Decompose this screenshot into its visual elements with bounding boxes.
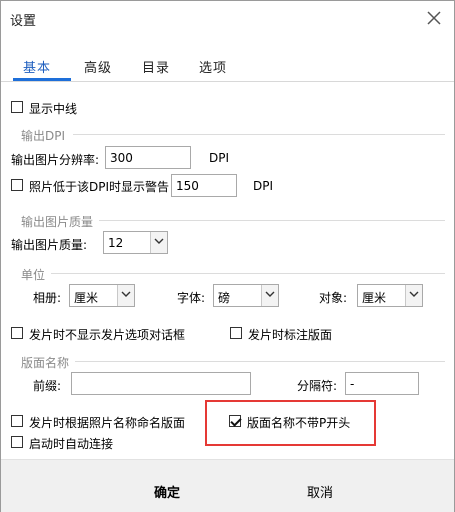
unit-divider: [51, 273, 445, 274]
resolution-label: 输出图片分辨率:: [11, 153, 100, 167]
object-unit-dropdown-button[interactable]: [405, 285, 422, 306]
output-dpi-divider: [73, 134, 445, 135]
quality-select[interactable]: 12: [103, 231, 168, 254]
no-dialog-checkbox[interactable]: [11, 327, 23, 339]
font-unit-label: 字体:: [177, 291, 206, 305]
album-unit-select[interactable]: 厘米: [69, 284, 135, 307]
mark-layout-label: 发片时标注版面: [248, 328, 333, 342]
object-unit-value: 厘米: [362, 291, 387, 305]
font-unit-value: 磅: [218, 291, 231, 305]
font-unit-select[interactable]: 磅: [213, 284, 279, 307]
cancel-button[interactable]: 取消: [307, 482, 333, 501]
dialog-footer: [1, 459, 454, 512]
dpi-warning-label: 照片低于该DPI时显示警告: [29, 180, 170, 194]
tab-directory[interactable]: 目录: [142, 57, 170, 76]
auto-connect-checkbox[interactable]: [11, 436, 23, 448]
no-dialog-label: 发片时不显示发片选项对话框: [29, 328, 186, 342]
tab-options[interactable]: 选项: [199, 57, 227, 76]
object-unit-label: 对象:: [319, 291, 348, 305]
auto-connect-label: 启动时自动连接: [29, 437, 114, 451]
separator-label: 分隔符:: [297, 379, 338, 393]
name-by-photo-checkbox[interactable]: [11, 415, 23, 427]
quality-select-value: 12: [108, 236, 124, 250]
resolution-unit: DPI: [209, 151, 230, 165]
chevron-down-icon: [121, 291, 131, 297]
show-center-line-label: 显示中线: [29, 102, 78, 116]
tab-basic[interactable]: 基本: [23, 57, 51, 76]
dpi-warning-checkbox[interactable]: [11, 179, 23, 191]
output-quality-group-label: 输出图片质量: [21, 215, 94, 229]
font-unit-dropdown-button[interactable]: [261, 285, 278, 306]
dpi-warning-input[interactable]: [171, 174, 237, 197]
prefix-input[interactable]: [71, 372, 251, 395]
output-quality-divider: [99, 220, 445, 221]
layout-name-divider: [75, 361, 445, 362]
no-p-prefix-checkbox[interactable]: [229, 415, 241, 427]
tab-divider: [1, 81, 454, 82]
object-unit-select[interactable]: 厘米: [357, 284, 423, 307]
ok-button[interactable]: 确定: [154, 482, 180, 501]
name-by-photo-label: 发片时根据照片名称命名版面: [29, 416, 186, 430]
chevron-down-icon: [154, 238, 164, 244]
album-unit-value: 厘米: [74, 291, 99, 305]
chevron-down-icon: [409, 291, 419, 297]
output-dpi-group-label: 输出DPI: [21, 129, 66, 143]
show-center-line-checkbox[interactable]: [11, 101, 23, 113]
settings-dialog: 设置 基本 高级 目录 选项 显示中线 输出DPI 输出图片分辨率: DPI 照…: [0, 0, 455, 512]
dpi-warning-unit: DPI: [253, 179, 274, 193]
tab-advanced[interactable]: 高级: [84, 57, 112, 76]
album-unit-dropdown-button[interactable]: [117, 285, 134, 306]
resolution-input[interactable]: [105, 146, 191, 169]
separator-input[interactable]: [345, 372, 419, 395]
close-icon[interactable]: [425, 9, 443, 27]
unit-group-label: 单位: [21, 268, 46, 282]
mark-layout-checkbox[interactable]: [230, 327, 242, 339]
window-title: 设置: [10, 14, 37, 29]
layout-name-group-label: 版面名称: [21, 356, 70, 370]
quality-label: 输出图片质量:: [11, 238, 88, 252]
quality-dropdown-button[interactable]: [150, 232, 167, 253]
chevron-down-icon: [265, 291, 275, 297]
prefix-label: 前缀:: [33, 379, 62, 393]
no-p-prefix-label: 版面名称不带P开头: [247, 416, 351, 430]
album-unit-label: 相册:: [33, 291, 62, 305]
